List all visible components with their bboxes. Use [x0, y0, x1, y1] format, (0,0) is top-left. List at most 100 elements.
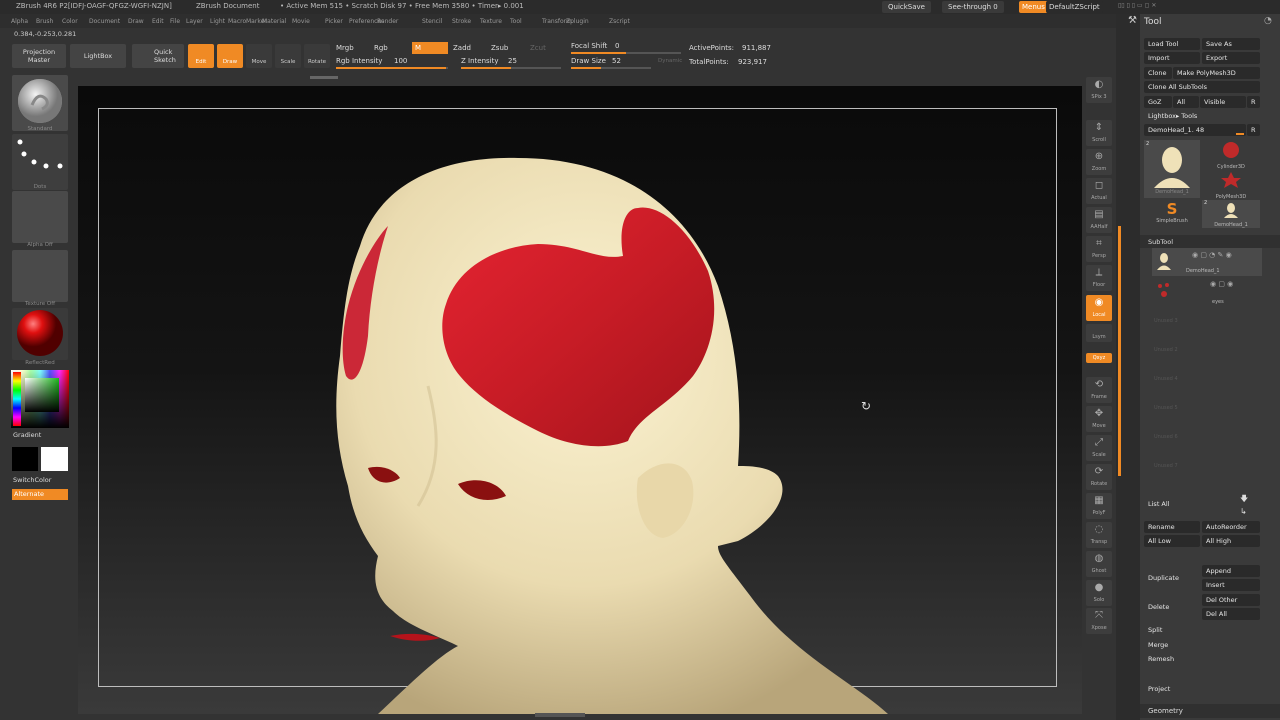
- bottom-tray-handle[interactable]: [535, 713, 585, 717]
- rotate-button[interactable]: Rotate: [304, 44, 330, 68]
- draw-size-value[interactable]: 52: [612, 57, 621, 66]
- shelf-aahalf-button[interactable]: ▤ AAHalf: [1086, 207, 1112, 233]
- del-other-button[interactable]: Del Other: [1202, 594, 1260, 606]
- shelf-scroll-button[interactable]: ⇕ Scroll: [1086, 120, 1112, 146]
- shelf-solo-button[interactable]: ● Solo: [1086, 580, 1112, 606]
- delete-button[interactable]: Delete: [1144, 601, 1200, 613]
- tool-thumb-polymesh[interactable]: PolyMesh3D: [1202, 170, 1260, 200]
- head-model[interactable]: [78, 86, 1082, 714]
- color-picker[interactable]: [11, 370, 69, 428]
- focal-shift-slider[interactable]: [571, 52, 681, 54]
- geometry-header[interactable]: Geometry: [1140, 704, 1280, 718]
- material-thumbnail[interactable]: [12, 308, 68, 360]
- autoreorder-button[interactable]: AutoReorder: [1202, 521, 1260, 533]
- shelf-lsym-button[interactable]: ⇔Lsym: [1086, 324, 1112, 342]
- menu-item-render[interactable]: Render: [377, 18, 398, 25]
- secondary-color-swatch[interactable]: [12, 447, 38, 471]
- menu-item-macro[interactable]: Macro: [228, 18, 246, 25]
- shelf-frame-button[interactable]: ⟲ Frame: [1086, 377, 1112, 403]
- list-all-button[interactable]: List All: [1144, 498, 1198, 510]
- lightbox-tools-button[interactable]: Lightbox▸ Tools: [1144, 110, 1260, 122]
- menu-item-zscript[interactable]: Zscript: [609, 18, 630, 25]
- z-intensity-value[interactable]: 25: [508, 57, 517, 66]
- menu-item-tool[interactable]: Tool: [510, 18, 522, 25]
- subtool-visibility-icons[interactable]: ◉ ▢ ◔ ✎ ◉: [1192, 251, 1232, 259]
- z-intensity-slider[interactable]: [461, 67, 561, 69]
- shelf-zoom-button[interactable]: ⊕ Zoom: [1086, 149, 1112, 175]
- remesh-button[interactable]: Remesh: [1144, 653, 1260, 665]
- export-button[interactable]: Export: [1202, 52, 1260, 64]
- merge-button[interactable]: Merge: [1144, 639, 1260, 651]
- split-button[interactable]: Split: [1144, 624, 1260, 636]
- tool-r-button[interactable]: R: [1247, 124, 1260, 136]
- menus-button[interactable]: Menus: [1019, 1, 1048, 13]
- shelf-qxyz-button[interactable]: ⇄Qxyz: [1086, 353, 1112, 363]
- shelf-rotate-button[interactable]: ⟳ Rotate: [1086, 464, 1112, 490]
- shelf-spix-3-button[interactable]: ◐ SPix 3: [1086, 77, 1112, 103]
- tool-palette-title[interactable]: Tool: [1144, 17, 1161, 27]
- move-button[interactable]: Move: [246, 44, 272, 68]
- shelf-scale-button[interactable]: ⤢ Scale: [1086, 435, 1112, 461]
- tool-thumb-demohead[interactable]: 2 DemoHead_1: [1144, 140, 1200, 198]
- m-button[interactable]: M: [412, 42, 448, 54]
- import-button[interactable]: Import: [1144, 52, 1200, 64]
- draw-size-slider[interactable]: [571, 67, 651, 69]
- tool-thumb-simplebrush[interactable]: S SimpleBrush: [1144, 200, 1200, 228]
- shelf-persp-button[interactable]: ⌗ Persp: [1086, 236, 1112, 262]
- menu-item-draw[interactable]: Draw: [128, 18, 144, 25]
- insert-button[interactable]: Insert: [1202, 579, 1260, 591]
- menu-item-stroke[interactable]: Stroke: [452, 18, 471, 25]
- subtool-scroll-indicator[interactable]: [1118, 226, 1121, 476]
- edit-button[interactable]: Edit: [188, 44, 214, 68]
- draw-button[interactable]: Draw: [217, 44, 243, 68]
- menu-item-document[interactable]: Document: [89, 18, 120, 25]
- alternate-button[interactable]: Alternate: [12, 489, 68, 500]
- shelf-local-button[interactable]: ◉ Local: [1086, 295, 1112, 321]
- all-high-button[interactable]: All High: [1202, 535, 1260, 547]
- shelf-ghost-button[interactable]: ◍ Ghost: [1086, 551, 1112, 577]
- clone-button[interactable]: Clone: [1144, 67, 1172, 79]
- see-through-slider[interactable]: See-through 0: [942, 1, 1004, 13]
- del-all-button[interactable]: Del All: [1202, 608, 1260, 620]
- hue-strip[interactable]: [13, 372, 21, 426]
- load-tool-button[interactable]: Load Tool: [1144, 38, 1200, 50]
- shelf-floor-button[interactable]: ⟂ Floor: [1086, 265, 1112, 291]
- rgb-button[interactable]: Rgb: [374, 44, 388, 53]
- subtool-empty-slot[interactable]: Unused 4: [1154, 376, 1178, 382]
- goz-button[interactable]: GoZ: [1144, 96, 1172, 108]
- alpha-thumbnail[interactable]: [12, 191, 68, 243]
- current-tool-slider[interactable]: DemoHead_1. 48: [1144, 124, 1246, 136]
- projection-master-button[interactable]: Projection Master: [12, 44, 66, 68]
- menu-item-texture[interactable]: Texture: [480, 18, 502, 25]
- menu-item-zplugin[interactable]: Zplugin: [566, 18, 589, 25]
- switch-color-button[interactable]: SwitchColor: [13, 476, 51, 484]
- move-corner-arrow-icon[interactable]: ↳: [1240, 507, 1247, 516]
- tool-thumb-cylinder[interactable]: Cylinder3D: [1202, 140, 1260, 170]
- menu-item-material[interactable]: Material: [262, 18, 286, 25]
- scale-button[interactable]: Scale: [275, 44, 301, 68]
- subtool-empty-slot[interactable]: Unused 7: [1154, 463, 1178, 469]
- duplicate-button[interactable]: Duplicate: [1144, 572, 1200, 584]
- quick-sketch-button[interactable]: Quick Sketch: [132, 44, 184, 68]
- rename-button[interactable]: Rename: [1144, 521, 1200, 533]
- default-zscript-button[interactable]: DefaultZScript: [1046, 1, 1103, 13]
- rgb-intensity-slider[interactable]: [336, 67, 448, 69]
- menu-item-brush[interactable]: Brush: [36, 18, 53, 25]
- zadd-button[interactable]: Zadd: [453, 44, 471, 53]
- focal-shift-value[interactable]: 0: [615, 42, 619, 51]
- shelf-polyf-button[interactable]: ▦ PolyF: [1086, 493, 1112, 519]
- primary-color-swatch[interactable]: [41, 447, 68, 471]
- clone-all-subtools-button[interactable]: Clone All SubTools: [1144, 81, 1260, 93]
- menu-item-alpha[interactable]: Alpha: [11, 18, 28, 25]
- subtool-visibility-icons[interactable]: ◉ ▢ ◉: [1210, 280, 1233, 288]
- zsub-button[interactable]: Zsub: [491, 44, 508, 53]
- right-tray-handle[interactable]: [1116, 14, 1140, 720]
- dynamic-button[interactable]: Dynamic: [658, 57, 682, 66]
- menu-item-stencil[interactable]: Stencil: [422, 18, 442, 25]
- shelf-actual-button[interactable]: ◻ Actual: [1086, 178, 1112, 204]
- menu-item-movie[interactable]: Movie: [292, 18, 310, 25]
- project-button[interactable]: Project: [1144, 683, 1260, 695]
- tool-thumb-demohead-2[interactable]: 2 DemoHead_1: [1202, 200, 1260, 228]
- shelf-transp-button[interactable]: ◌ Transp: [1086, 522, 1112, 548]
- palette-close-icon[interactable]: ◔: [1264, 16, 1272, 26]
